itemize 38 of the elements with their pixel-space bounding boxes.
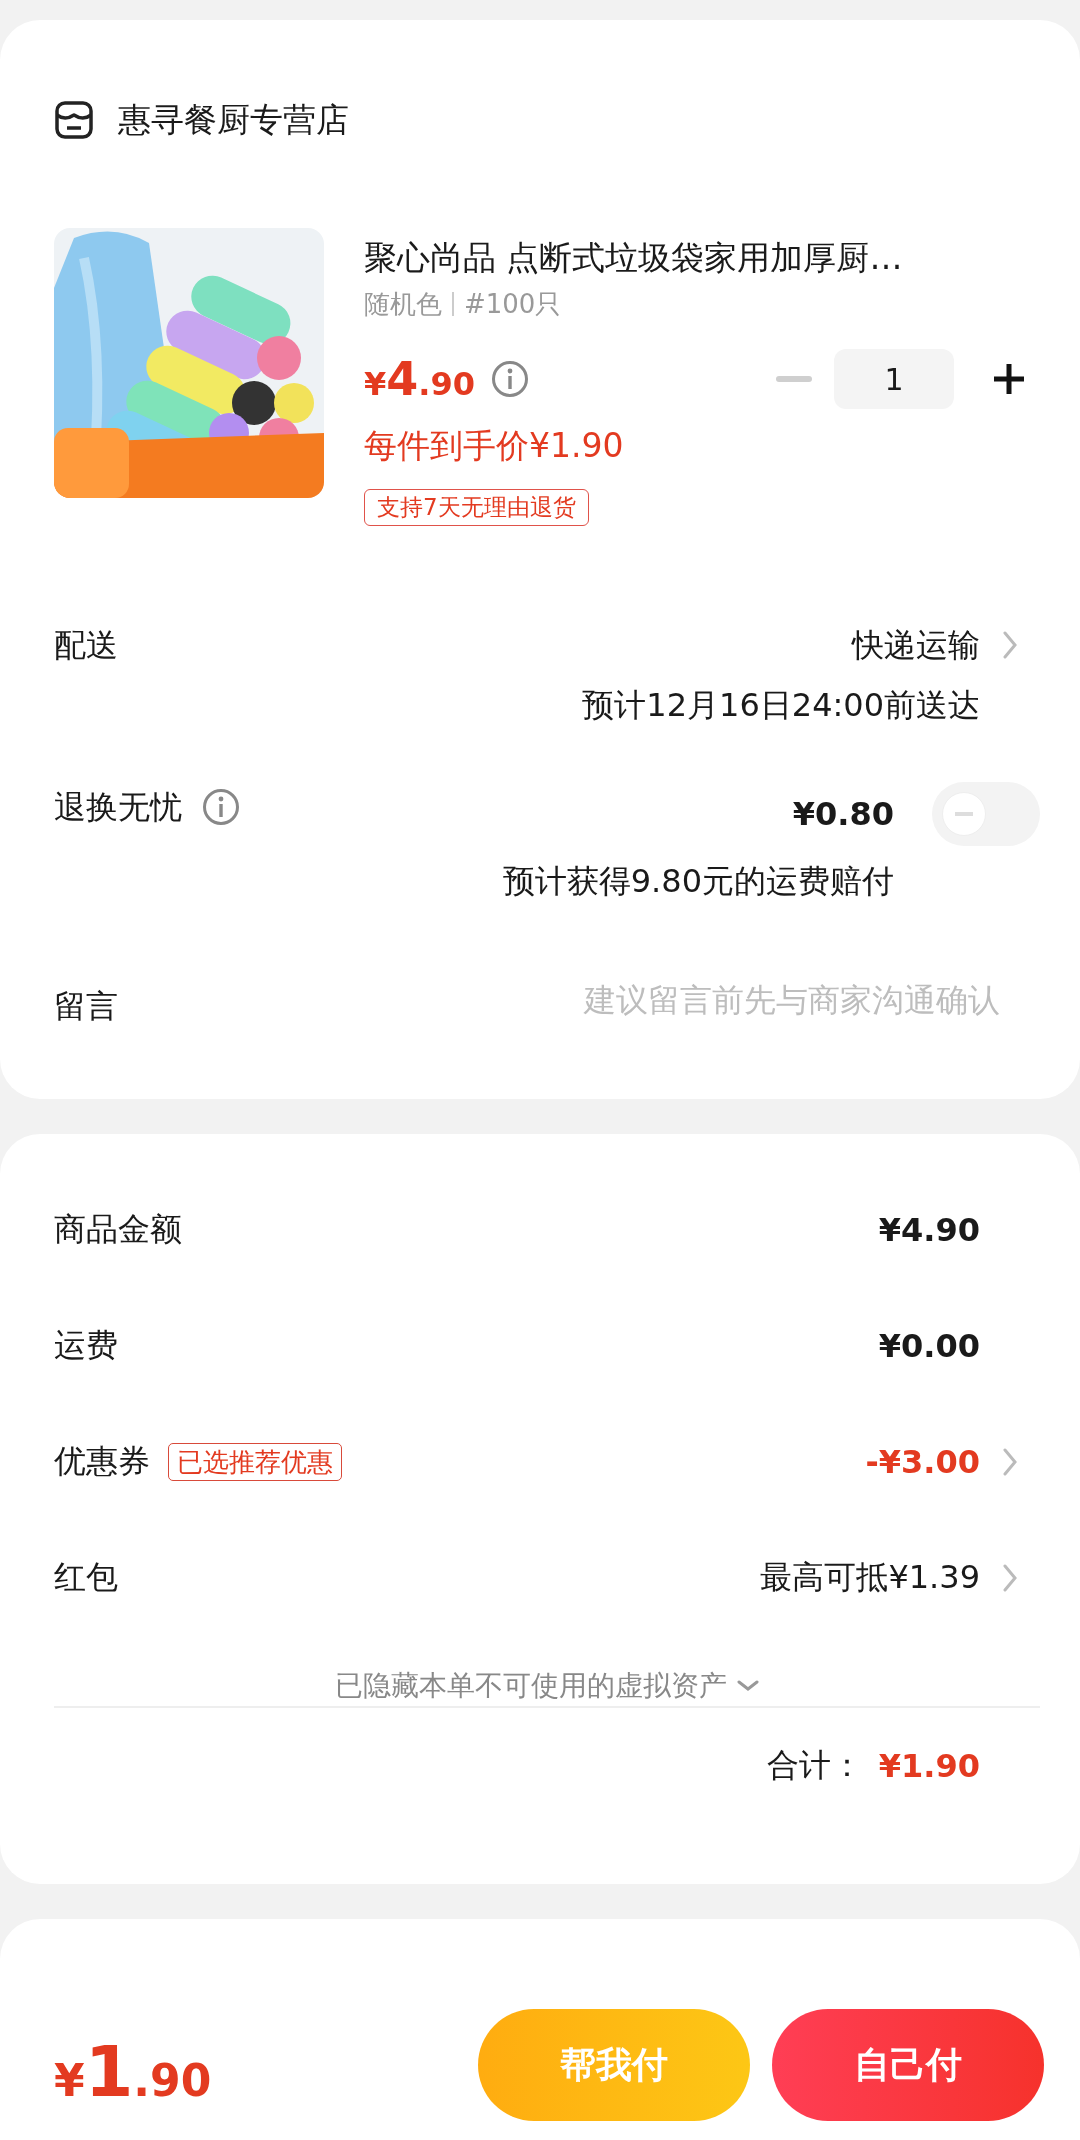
- quantity-field[interactable]: 1: [834, 349, 954, 409]
- final-price: 每件到手价¥1.90: [364, 425, 625, 467]
- row-value: ¥0.00: [878, 1327, 980, 1365]
- return-insurance-label: 退换无忧: [54, 787, 182, 828]
- product-color: 随机色: [364, 289, 442, 319]
- message-label: 留言: [54, 986, 118, 1027]
- product-price: ¥4.90: [364, 352, 475, 406]
- delivery-eta: 预计12月16日24:00前送达: [582, 685, 980, 726]
- total-label: 合计：: [766, 1745, 863, 1786]
- row-label: 红包: [54, 1557, 118, 1598]
- product-size: #100只: [464, 289, 562, 319]
- total-value: ¥1.90: [878, 1747, 980, 1785]
- info-icon[interactable]: [202, 788, 240, 826]
- insurance-note: 预计获得9.80元的运费赔付: [502, 861, 894, 902]
- delivery-label: 配送: [54, 625, 118, 666]
- store-name[interactable]: 惠寻餐厨专营店: [118, 97, 349, 143]
- coupon-tag: 已选推荐优惠: [168, 1443, 342, 1481]
- row-label: 优惠券: [54, 1441, 150, 1482]
- row-value[interactable]: -¥3.00: [865, 1443, 980, 1481]
- chevron-icon: [1003, 631, 1017, 659]
- chevron-down-icon[interactable]: [737, 1680, 759, 1692]
- row-value: ¥4.90: [878, 1211, 980, 1249]
- hidden-assets-note[interactable]: 已隐藏本单不可使用的虚拟资产: [335, 1667, 727, 1705]
- plus-button[interactable]: [992, 362, 1026, 396]
- row-label: 商品金额: [54, 1209, 182, 1250]
- chevron-icon: [1003, 1448, 1017, 1476]
- pay-button[interactable]: 自己付: [772, 2009, 1044, 2121]
- message-field[interactable]: 建议留言前先与商家沟通确认: [440, 981, 1000, 1019]
- delivery-method[interactable]: 快递运输: [852, 620, 980, 670]
- info-icon[interactable]: [490, 360, 529, 398]
- row-value[interactable]: 最高可抵¥1.39: [760, 1556, 980, 1600]
- total-price: ¥1.90: [54, 2031, 212, 2113]
- insurance-price: ¥0.80: [792, 794, 894, 835]
- return-policy-tag: 支持7天无理由退货: [364, 489, 589, 526]
- chevron-icon: [1003, 1564, 1017, 1592]
- store-icon: [54, 100, 94, 140]
- row-label: 运费: [54, 1325, 118, 1366]
- product-title: 聚心尚品 点断式垃圾袋家用加厚厨…: [364, 237, 904, 279]
